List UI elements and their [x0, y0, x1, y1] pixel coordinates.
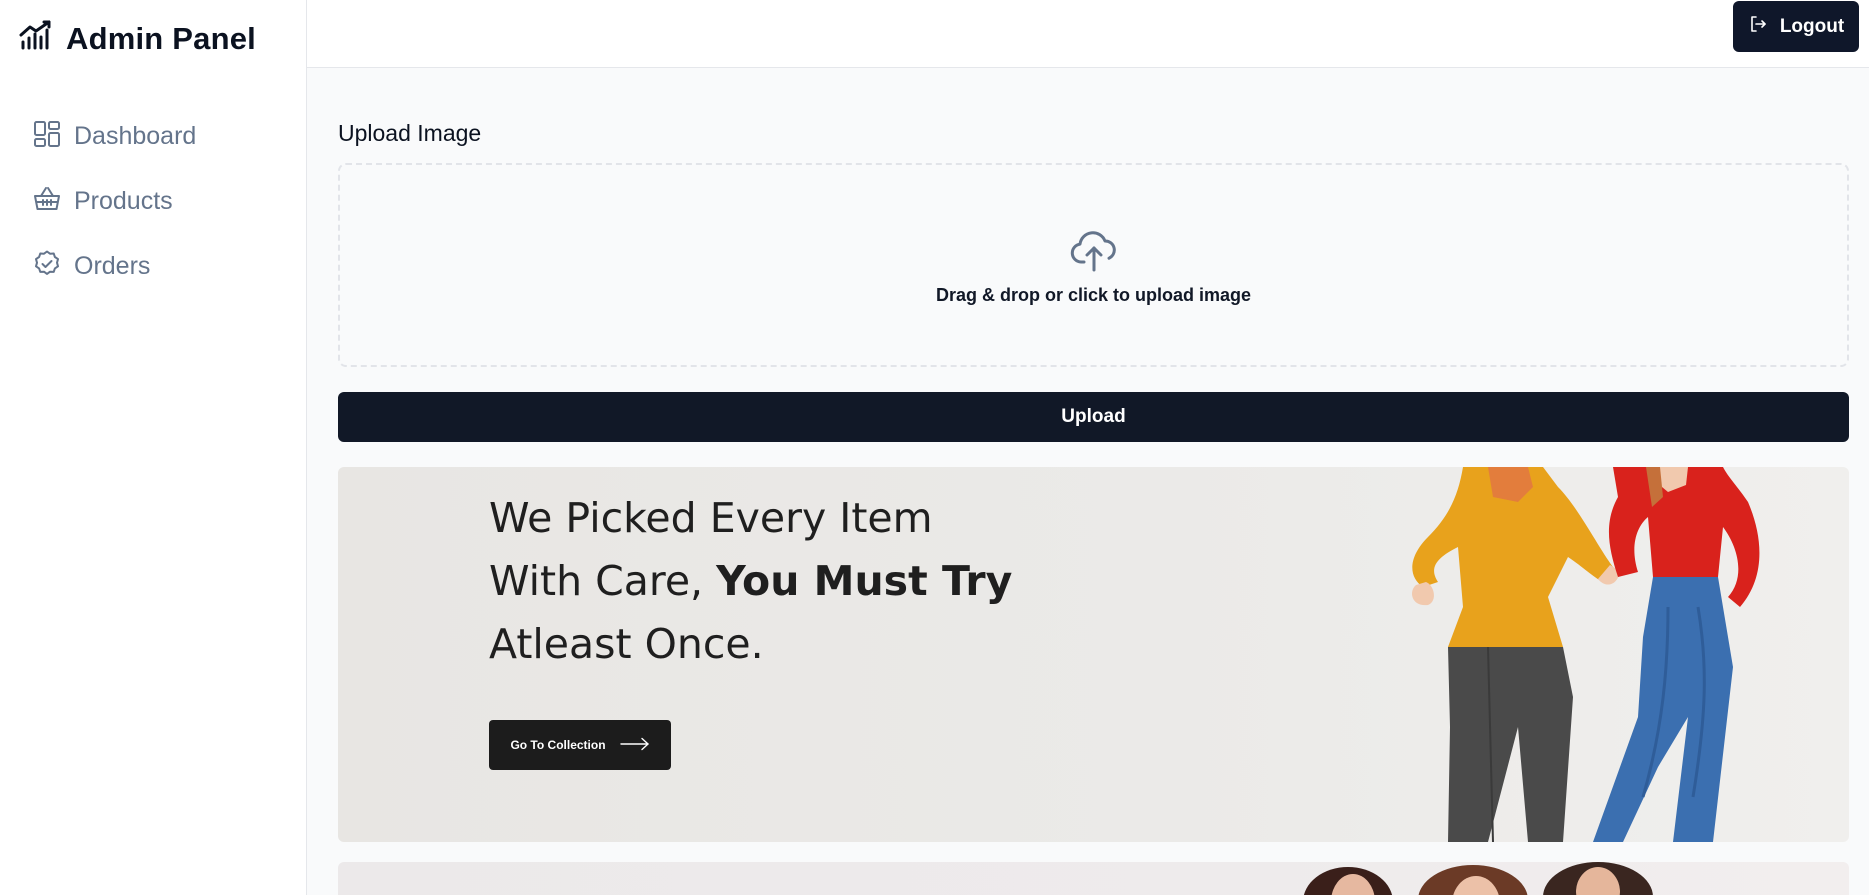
- sidebar-item-orders[interactable]: Orders: [32, 234, 196, 299]
- banner-line-2-normal: With Care,: [489, 557, 717, 605]
- basket-icon: [32, 184, 62, 219]
- banner-line-2-bold: You Must Try: [716, 557, 1013, 605]
- banner-models-image: [1412, 467, 1760, 842]
- chart-line-icon: [18, 18, 54, 59]
- go-to-collection-button[interactable]: Go To Collection: [489, 720, 671, 770]
- hero-banner: We Picked Every Item With Care, You Must…: [338, 467, 1849, 842]
- arrow-right-icon: [619, 737, 650, 754]
- topbar: Logout: [307, 0, 1869, 68]
- banner-line-3: Atleast Once.: [489, 620, 764, 668]
- banner-headline: We Picked Every Item With Care, You Must…: [489, 487, 1012, 676]
- logout-icon: [1748, 14, 1768, 40]
- badge-check-icon: [32, 249, 62, 284]
- logout-button[interactable]: Logout: [1733, 1, 1859, 52]
- sidebar-item-label: Orders: [74, 252, 151, 280]
- upload-title: Upload Image: [338, 120, 482, 146]
- sidebar-item-label: Products: [74, 187, 173, 215]
- brand[interactable]: Admin Panel: [18, 18, 256, 59]
- banner-models-image-2: [1303, 862, 1653, 895]
- collection-button-label: Go To Collection: [510, 738, 606, 752]
- sidebar: Admin Panel Dashboard Products Orders: [0, 0, 307, 895]
- logout-label: Logout: [1779, 15, 1845, 37]
- secondary-banner: [338, 862, 1849, 895]
- cloud-upload-icon: [1068, 224, 1120, 285]
- banner-line-1: We Picked Every Item: [489, 494, 933, 542]
- upload-dropzone[interactable]: Drag & drop or click to upload image: [338, 163, 1849, 367]
- sidebar-item-dashboard[interactable]: Dashboard: [32, 104, 196, 169]
- dropzone-text: Drag & drop or click to upload image: [935, 285, 1252, 305]
- upload-button[interactable]: Upload: [338, 392, 1849, 442]
- sidebar-nav: Dashboard Products Orders: [32, 104, 196, 299]
- brand-title: Admin Panel: [66, 20, 256, 56]
- dashboard-icon: [32, 119, 62, 154]
- banner-line-2: With Care, You Must Try: [489, 550, 1012, 613]
- sidebar-item-label: Dashboard: [74, 122, 197, 150]
- sidebar-item-products[interactable]: Products: [32, 169, 196, 234]
